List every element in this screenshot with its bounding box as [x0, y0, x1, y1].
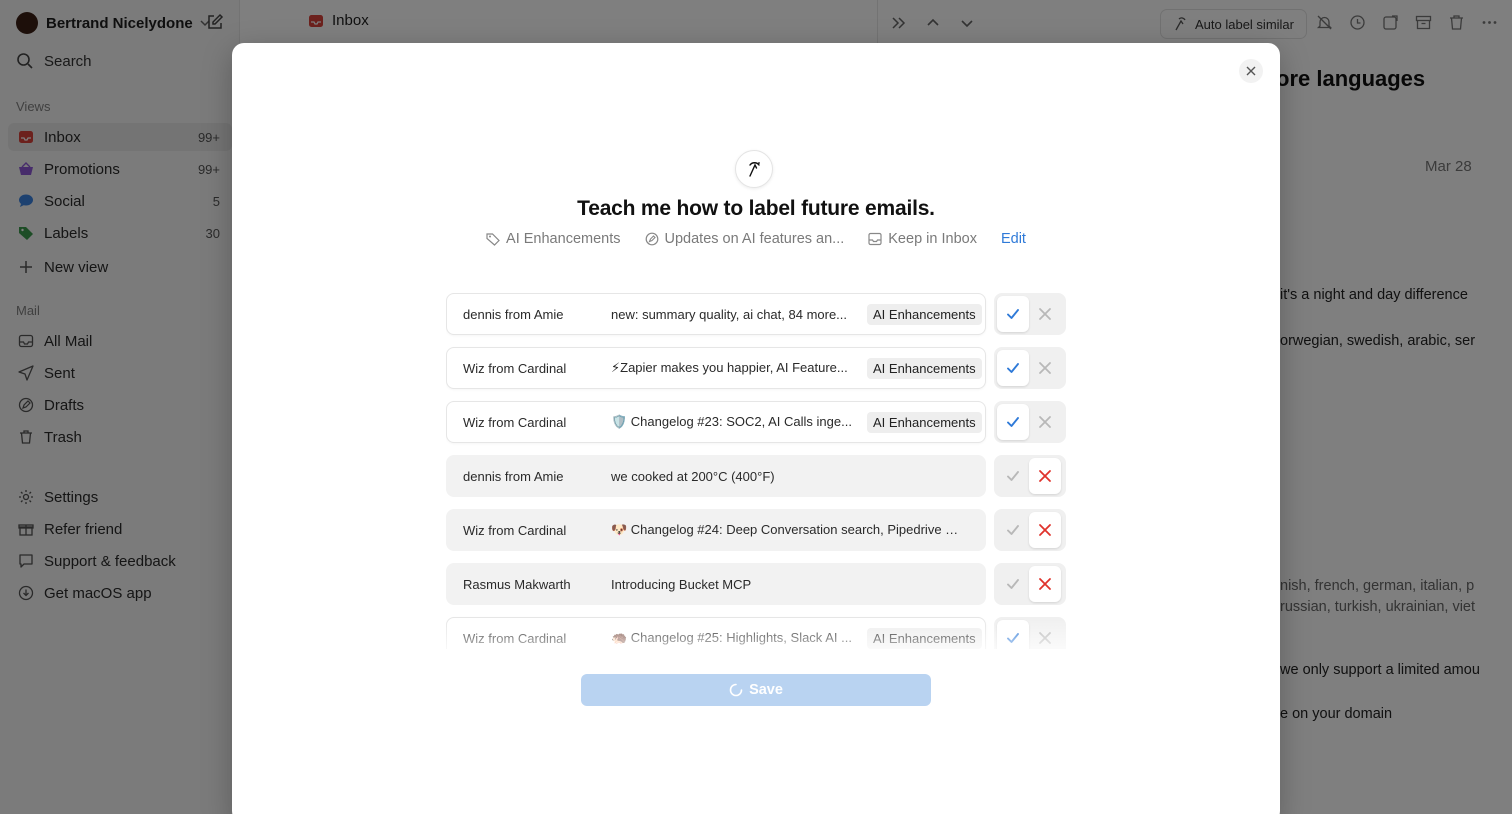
- email-row: Wiz from Cardinal 🛡️ Changelog #23: SOC2,…: [446, 401, 1068, 443]
- email-row: Rasmus Makwarth Introducing Bucket MCP: [446, 563, 1068, 605]
- decision-toggle: [994, 455, 1066, 497]
- rule-description: Updates on AI features an...: [645, 231, 845, 247]
- email-subject: 🛡️ Changelog #23: SOC2, AI Calls inge...: [611, 414, 852, 429]
- checkmark-icon: [1005, 630, 1021, 646]
- decision-toggle: [994, 347, 1066, 389]
- email-sender: Wiz from Cardinal: [463, 630, 567, 646]
- close-icon: [1246, 66, 1256, 76]
- email-sender: dennis from Amie: [463, 306, 564, 322]
- reject-button[interactable]: [1029, 566, 1061, 602]
- edit-rule-link[interactable]: Edit: [1001, 231, 1026, 247]
- email-row: dennis from Amie new: summary quality, ai…: [446, 293, 1068, 335]
- email-subject: new: summary quality, ai chat, 84 more..…: [611, 306, 848, 322]
- email-row: Wiz from Cardinal ⚡Zapier makes you happi…: [446, 347, 1068, 389]
- x-icon: [1038, 361, 1052, 375]
- decision-toggle: [994, 509, 1066, 551]
- rule-label-text: AI Enhancements: [506, 231, 621, 247]
- email-subject: Introducing Bucket MCP: [611, 576, 752, 592]
- decision-toggle: [994, 617, 1066, 649]
- decision-toggle: [994, 563, 1066, 605]
- accept-button[interactable]: [997, 512, 1029, 548]
- label-badge: AI Enhancements: [867, 357, 982, 379]
- email-card: Wiz from Cardinal 🦔 Changelog #25: Highli…: [446, 617, 986, 649]
- email-row: Wiz from Cardinal 🐶 Changelog #24: Deep C…: [446, 509, 1068, 551]
- sample-email-list[interactable]: dennis from Amie new: summary quality, ai…: [446, 293, 1068, 649]
- auto-label-icon: [735, 150, 773, 188]
- accept-button[interactable]: [997, 296, 1029, 332]
- description-icon: [645, 232, 659, 246]
- checkmark-icon: [1005, 306, 1021, 322]
- reject-button[interactable]: [1029, 296, 1061, 332]
- label-badge: AI Enhancements: [867, 411, 982, 433]
- x-icon: [1038, 415, 1052, 429]
- x-icon: [1038, 469, 1052, 483]
- email-subject: 🐶 Changelog #24: Deep Conversation searc…: [611, 522, 961, 537]
- x-icon: [1038, 307, 1052, 321]
- email-subject: we cooked at 200°C (400°F): [611, 468, 775, 484]
- accept-button[interactable]: [997, 566, 1029, 602]
- email-row: dennis from Amie we cooked at 200°C (400°…: [446, 455, 1068, 497]
- checkmark-icon: [1005, 522, 1021, 538]
- rule-description-text: Updates on AI features an...: [664, 231, 845, 247]
- label-badge: AI Enhancements: [867, 303, 982, 325]
- rule-action: Keep in Inbox: [868, 231, 977, 247]
- loading-spinner-icon: [729, 683, 743, 697]
- auto-label-modal: Teach me how to label future emails. AI …: [232, 43, 1280, 814]
- email-sender: Wiz from Cardinal: [463, 414, 567, 430]
- reject-button[interactable]: [1029, 512, 1061, 548]
- accept-button[interactable]: [997, 404, 1029, 440]
- email-subject: ⚡Zapier makes you happier, AI Feature...: [611, 360, 848, 375]
- checkmark-icon: [1005, 576, 1021, 592]
- email-sender: Rasmus Makwarth: [463, 576, 571, 592]
- label-badge: AI Enhancements: [867, 627, 982, 649]
- email-card: Wiz from Cardinal 🐶 Changelog #24: Deep C…: [446, 509, 986, 551]
- email-subject: 🦔 Changelog #25: Highlights, Slack AI ..…: [611, 630, 852, 645]
- decision-toggle: [994, 293, 1066, 335]
- close-button[interactable]: [1239, 59, 1263, 83]
- email-sender: dennis from Amie: [463, 468, 564, 484]
- email-card: dennis from Amie we cooked at 200°C (400°…: [446, 455, 986, 497]
- modal-title: Teach me how to label future emails.: [577, 197, 935, 220]
- email-card: Wiz from Cardinal ⚡Zapier makes you happi…: [446, 347, 986, 389]
- email-sender: Wiz from Cardinal: [463, 360, 567, 376]
- reject-button[interactable]: [1029, 350, 1061, 386]
- checkmark-icon: [1005, 414, 1021, 430]
- decision-toggle: [994, 401, 1066, 443]
- reject-button[interactable]: [1029, 458, 1061, 494]
- x-icon: [1038, 523, 1052, 537]
- label-rule-summary: AI Enhancements Updates on AI features a…: [232, 231, 1280, 247]
- checkmark-icon: [1005, 360, 1021, 376]
- x-icon: [1038, 631, 1052, 645]
- rule-label: AI Enhancements: [486, 231, 621, 247]
- email-sender: Wiz from Cardinal: [463, 522, 567, 538]
- checkmark-icon: [1005, 468, 1021, 484]
- accept-button[interactable]: [997, 620, 1029, 649]
- rule-action-text: Keep in Inbox: [888, 231, 977, 247]
- save-button[interactable]: Save: [581, 674, 931, 706]
- email-row: Wiz from Cardinal 🦔 Changelog #25: Highli…: [446, 617, 1068, 649]
- email-card: Rasmus Makwarth Introducing Bucket MCP: [446, 563, 986, 605]
- save-label: Save: [749, 682, 783, 698]
- reject-button[interactable]: [1029, 404, 1061, 440]
- email-card: dennis from Amie new: summary quality, ai…: [446, 293, 986, 335]
- accept-button[interactable]: [997, 458, 1029, 494]
- tag-outline-icon: [486, 232, 500, 246]
- accept-button[interactable]: [997, 350, 1029, 386]
- email-card: Wiz from Cardinal 🛡️ Changelog #23: SOC2,…: [446, 401, 986, 443]
- reject-button[interactable]: [1029, 620, 1061, 649]
- x-icon: [1038, 577, 1052, 591]
- tray-icon: [868, 232, 882, 246]
